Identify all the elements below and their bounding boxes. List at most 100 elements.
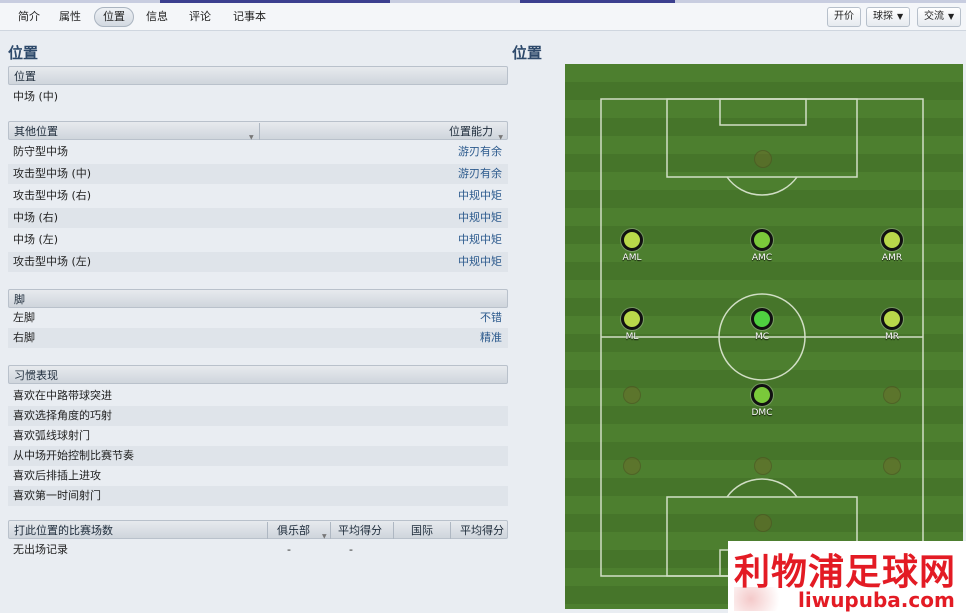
position-label: AML: [622, 253, 642, 263]
scout-label: 球探: [873, 11, 893, 22]
tab-notebook[interactable]: 记事本: [225, 7, 274, 27]
empty-position-marker: [754, 457, 772, 475]
other-positions-header: 其他位置 ▼ 位置能力 ▼: [8, 121, 508, 141]
position-section-header: 位置: [8, 66, 508, 85]
position-dot: [621, 308, 643, 330]
position-label: ML: [625, 332, 639, 342]
watermark-domain-text: liwupuba.com: [798, 588, 955, 612]
watermark-banner: 利物浦足球网 liwupuba.com: [728, 541, 966, 613]
position-label: DMC: [751, 408, 773, 418]
tab-attributes[interactable]: 属性: [51, 7, 89, 27]
interact-label: 交流: [924, 11, 944, 22]
right-page-title: 位置: [512, 44, 543, 62]
other-positions-column[interactable]: 其他位置: [14, 122, 58, 141]
club-average-value: -: [349, 543, 353, 556]
position-label: MC: [754, 332, 770, 342]
list-item: 左脚 不错: [8, 308, 508, 328]
no-appearances-label: 无出场记录: [13, 543, 68, 556]
stats-table-header: 打此位置的比赛场数 俱乐部 ▼ 平均得分 国际 平均得分: [8, 520, 508, 540]
list-item[interactable]: 攻击型中场 (左) 中规中矩: [8, 252, 508, 272]
empty-position-marker: [754, 514, 772, 532]
position-marker-aml[interactable]: AML: [612, 229, 652, 263]
position-marker-dmc[interactable]: DMC: [742, 384, 782, 418]
list-item[interactable]: 攻击型中场 (中) 游刃有余: [8, 164, 508, 184]
tab-reports[interactable]: 评论: [181, 7, 219, 27]
column-divider: [330, 522, 331, 539]
position-name: 攻击型中场 (中): [13, 167, 92, 180]
list-item: 喜欢选择角度的巧射: [8, 406, 508, 426]
list-item: 从中场开始控制比赛节奏: [8, 446, 508, 466]
position-dot: [751, 384, 773, 406]
position-ability: 游刃有余: [458, 167, 502, 180]
list-item: 喜欢弧线球射门: [13, 429, 90, 442]
club-column[interactable]: 俱乐部: [277, 521, 310, 540]
position-marker-amc[interactable]: AMC: [742, 229, 782, 263]
position-marker-mc[interactable]: MC: [742, 308, 782, 342]
column-divider: [267, 522, 268, 539]
empty-position-marker: [623, 457, 641, 475]
position-dot: [621, 229, 643, 251]
empty-position-marker: [883, 457, 901, 475]
foot-section-header: 脚: [8, 289, 508, 308]
column-divider: [259, 123, 260, 140]
position-ability: 中规中矩: [458, 189, 502, 202]
offer-label: 开价: [834, 11, 854, 22]
position-name: 攻击型中场 (右): [13, 189, 92, 202]
chevron-down-icon: ▼: [948, 12, 955, 21]
column-divider: [393, 522, 394, 539]
position-dot: [751, 229, 773, 251]
position-marker-mr[interactable]: MR: [872, 308, 912, 342]
offer-button[interactable]: 开价: [827, 7, 861, 27]
position-ability: 中规中矩: [458, 211, 502, 224]
foot-name: 左脚: [13, 311, 35, 324]
foot-value: 精准: [480, 331, 502, 344]
position-name: 攻击型中场 (左): [13, 255, 92, 268]
position-ability: 中规中矩: [458, 255, 502, 268]
interact-button[interactable]: 交流 ▼: [917, 7, 962, 27]
empty-position-marker: [623, 386, 641, 404]
main-position-value: 中场 (中): [13, 90, 59, 103]
international-average-column[interactable]: 平均得分: [460, 521, 504, 540]
list-item[interactable]: 攻击型中场 (右) 中规中矩: [8, 186, 508, 206]
position-name: 防守型中场: [13, 145, 68, 158]
list-item[interactable]: 防守型中场 游刃有余: [8, 142, 508, 162]
position-name: 中场 (左): [13, 233, 59, 246]
position-label: MR: [884, 332, 900, 342]
list-item[interactable]: 中场 (右) 中规中矩: [8, 208, 508, 228]
list-item: 右脚 精准: [8, 328, 508, 348]
matches-column[interactable]: 打此位置的比赛场数: [14, 521, 113, 540]
left-page-title: 位置: [8, 44, 39, 62]
position-name: 中场 (右): [13, 211, 59, 224]
list-item[interactable]: 中场 (左) 中规中矩: [8, 230, 508, 250]
club-average-column[interactable]: 平均得分: [338, 521, 382, 540]
international-column[interactable]: 国际: [411, 521, 433, 540]
list-item: 喜欢第一时间射门: [8, 486, 508, 506]
foot-name: 右脚: [13, 331, 35, 344]
position-marker-ml[interactable]: ML: [612, 308, 652, 342]
pitch: AML AMC AMR ML MC MR DMC: [565, 64, 963, 609]
position-dot: [881, 308, 903, 330]
position-ability-column[interactable]: 位置能力: [449, 122, 493, 141]
empty-position-marker: [883, 386, 901, 404]
column-divider: [450, 522, 451, 539]
table-row: 无出场记录 - -: [8, 540, 508, 560]
position-dot: [881, 229, 903, 251]
tab-positions[interactable]: 位置: [94, 7, 134, 27]
empty-position-marker: [754, 150, 772, 168]
tab-overview[interactable]: 简介: [10, 7, 48, 27]
toolbar: 简介 属性 位置 信息 评论 记事本 开价 球探 ▼ 交流 ▼: [0, 3, 966, 31]
tab-info[interactable]: 信息: [138, 7, 176, 27]
position-label: AMR: [881, 253, 903, 263]
position-marker-amr[interactable]: AMR: [872, 229, 912, 263]
scout-button[interactable]: 球探 ▼: [866, 7, 911, 27]
position-label: AMC: [751, 253, 773, 263]
foot-value: 不错: [480, 311, 502, 324]
position-ability: 中规中矩: [458, 233, 502, 246]
list-item: 喜欢后排插上进攻: [13, 469, 101, 482]
position-ability: 游刃有余: [458, 145, 502, 158]
position-dot: [751, 308, 773, 330]
habits-section-header: 习惯表现: [8, 365, 508, 384]
chevron-down-icon: ▼: [897, 12, 904, 21]
club-apps-value: -: [287, 543, 291, 556]
list-item: 喜欢在中路带球突进: [13, 389, 112, 402]
